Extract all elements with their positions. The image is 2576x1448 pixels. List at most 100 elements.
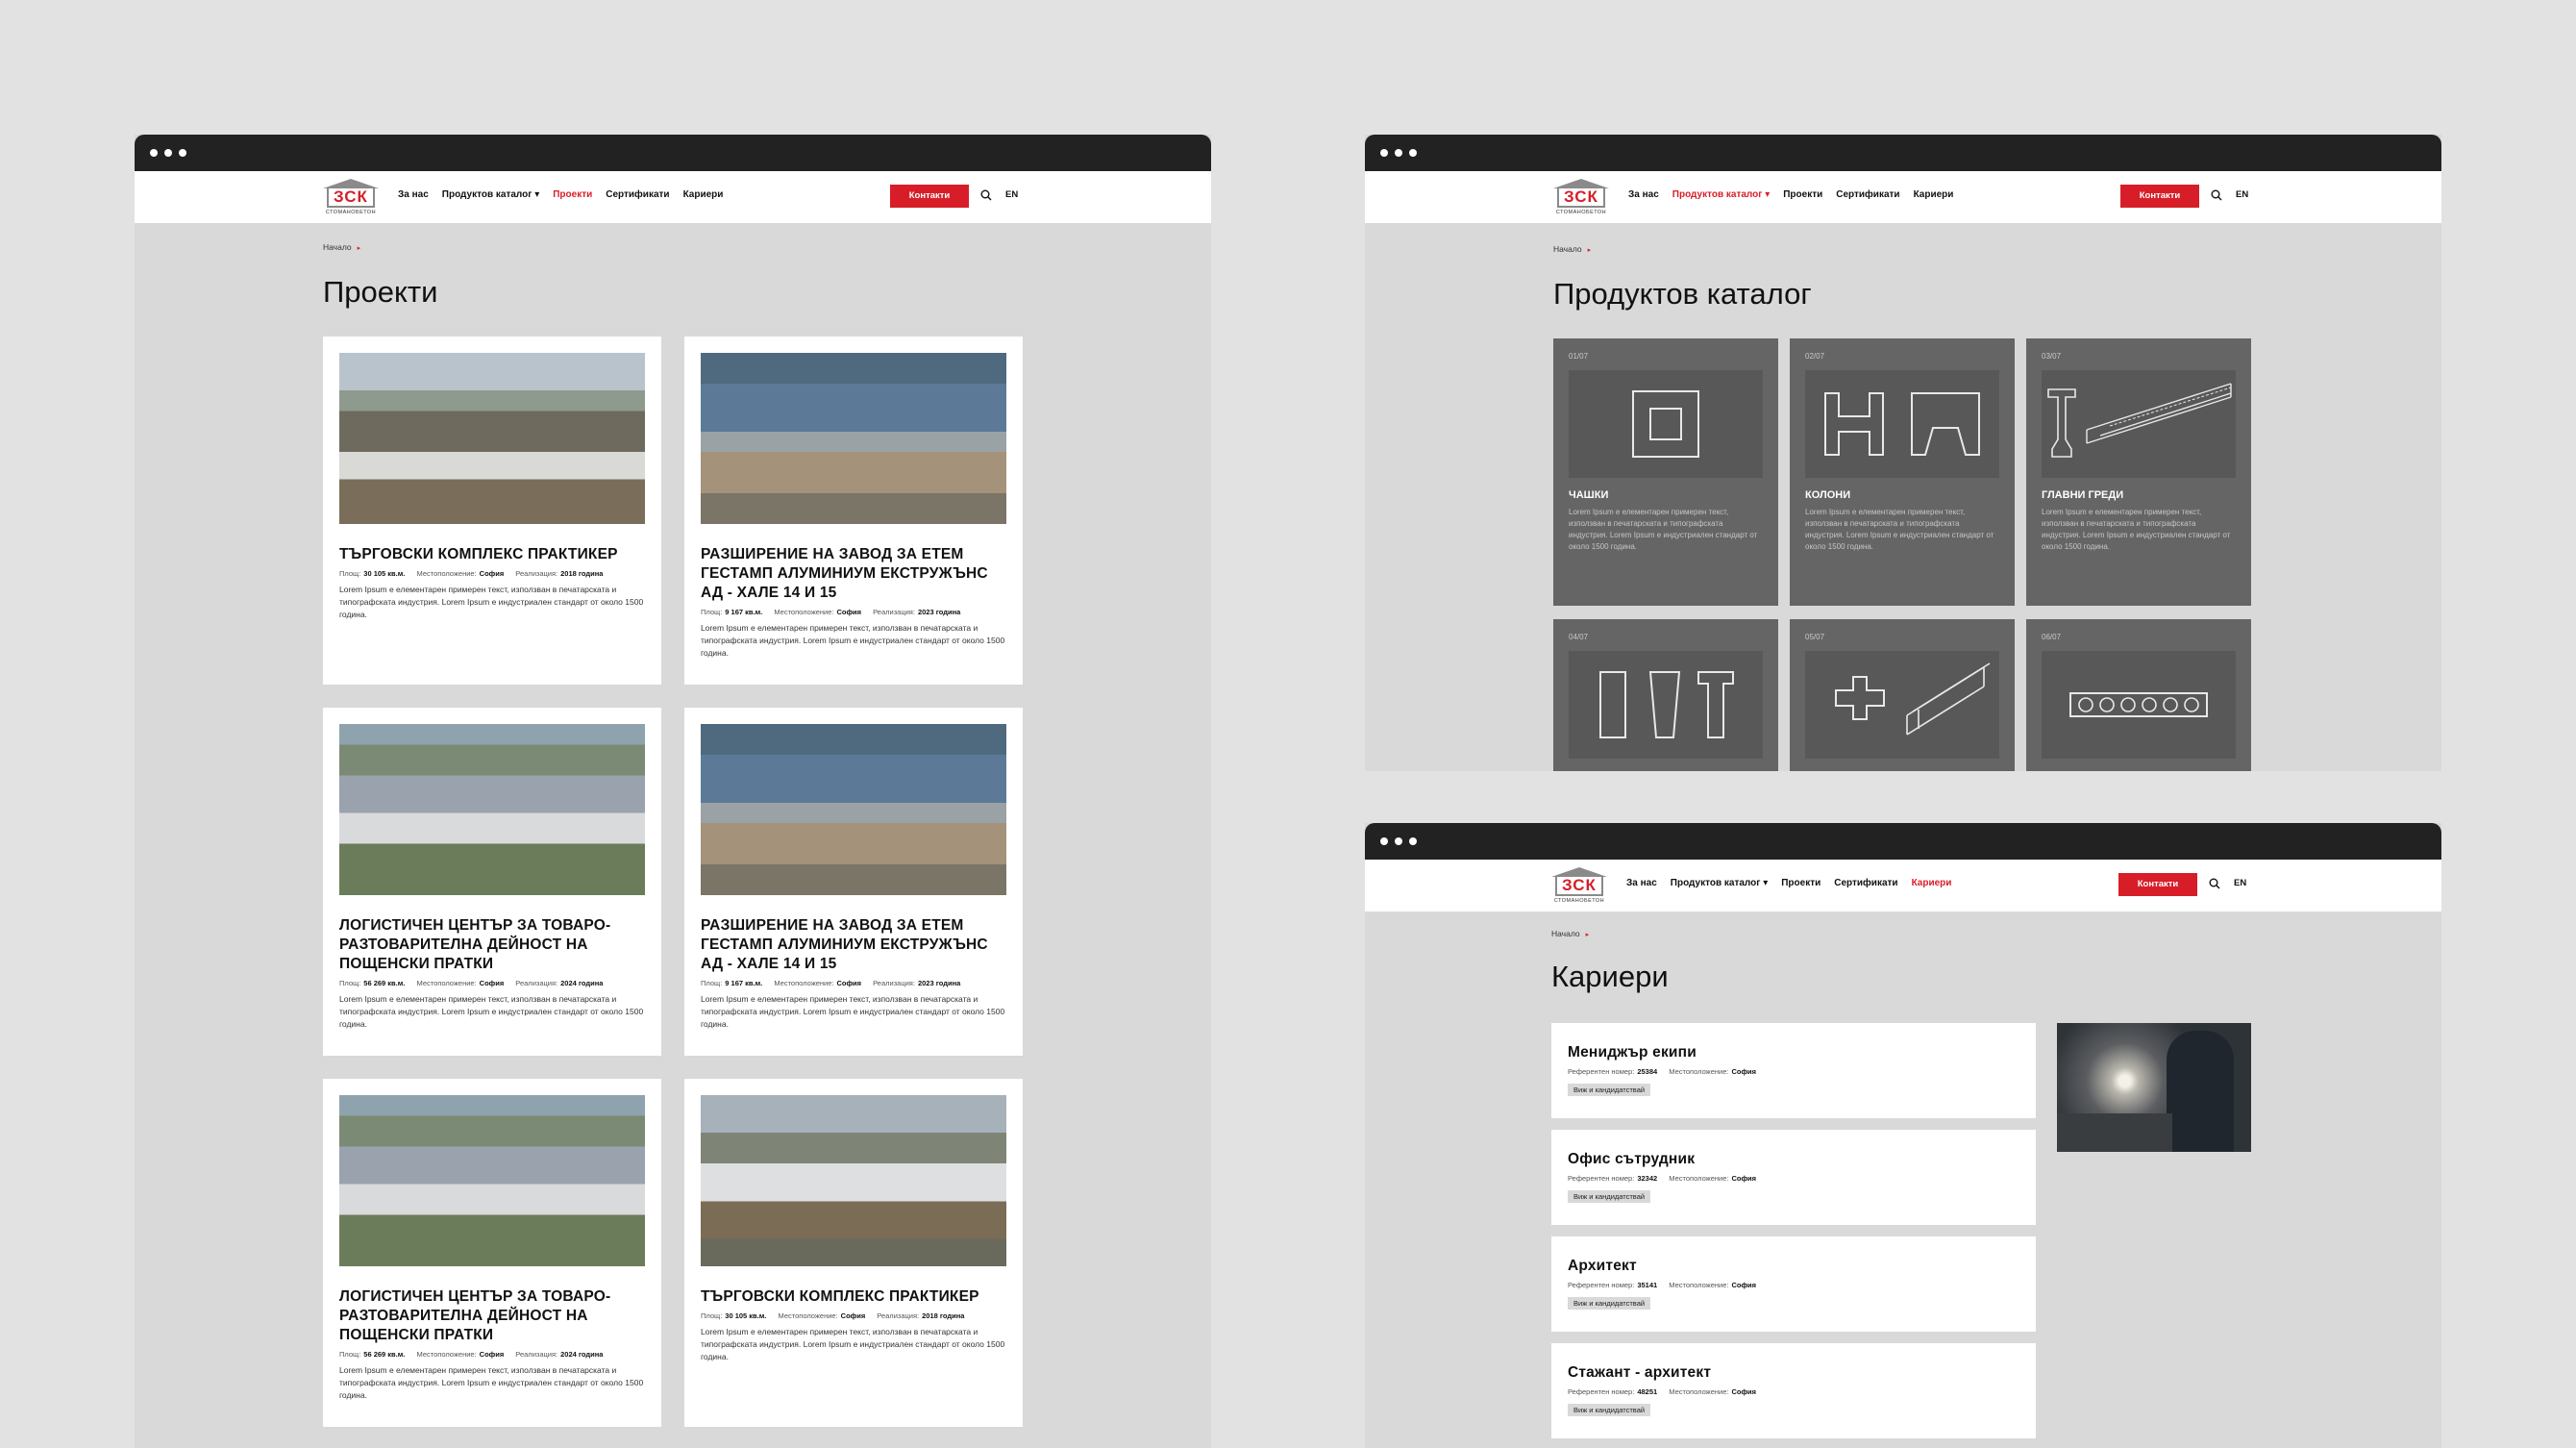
- apply-tag[interactable]: Виж и кандидатствай: [1568, 1297, 1651, 1310]
- year-label: Реализация:: [877, 1311, 920, 1320]
- project-photo: [701, 724, 1006, 895]
- menu-item-careers[interactable]: Кариери: [1912, 878, 1952, 888]
- location-label: Местоположение:: [774, 608, 834, 616]
- logo-subtitle: СТОМАНОБЕТОН: [1555, 210, 1607, 215]
- window-dot: [150, 149, 158, 157]
- menu-item-careers[interactable]: Кариери: [1914, 189, 1954, 200]
- menu-item-projects[interactable]: Проекти: [553, 189, 592, 200]
- menu-item-about[interactable]: За нас: [1626, 878, 1657, 888]
- menu-item-certificates[interactable]: Сертификати: [1836, 189, 1899, 200]
- contact-button[interactable]: Контакти: [2120, 185, 2199, 208]
- location-label: Местоположение:: [774, 979, 834, 987]
- menu-item-careers[interactable]: Кариери: [683, 189, 724, 200]
- job-meta: Референтен номер: 25384 Местоположение: Со…: [1568, 1067, 2019, 1076]
- breadcrumb-home[interactable]: Начало: [323, 242, 352, 252]
- area-value: 9 167 кв.м.: [725, 608, 763, 616]
- menu-item-label: Продуктов каталог: [1672, 189, 1763, 200]
- location-label: Местоположение:: [778, 1311, 838, 1320]
- search-icon[interactable]: [2209, 878, 2220, 889]
- project-card[interactable]: Търговски комплекс Практикер Площ: 30 105…: [323, 337, 661, 685]
- job-title: Стажант - архитект: [1568, 1364, 1712, 1381]
- site-header: ЗСК СТОМАНОБЕТОН За нас Продуктов катало…: [1365, 171, 2441, 223]
- project-photo: [701, 353, 1006, 524]
- company-logo[interactable]: ЗСК СТОМАНОБЕТОН: [1553, 177, 1609, 217]
- project-meta: Площ: 56 269 кв.м. Местоположение: София Р…: [339, 1350, 645, 1359]
- apply-tag[interactable]: Виж и кандидатствай: [1568, 1084, 1651, 1096]
- menu-item-about[interactable]: За нас: [1628, 189, 1659, 200]
- menu-item-certificates[interactable]: Сертификати: [606, 189, 669, 200]
- menu-item-about[interactable]: За нас: [398, 189, 429, 200]
- breadcrumb: Начало ▸: [1553, 244, 1591, 254]
- contact-button[interactable]: Контакти: [2118, 873, 2197, 896]
- ref-value: 35141: [1637, 1281, 1658, 1289]
- location-value: София: [1731, 1281, 1756, 1289]
- year-value: 2018 година: [922, 1311, 965, 1320]
- project-meta: Площ: 9 167 кв.м. Местоположение: София Ре…: [701, 608, 1006, 616]
- apply-tag[interactable]: Виж и кандидатствай: [1568, 1190, 1651, 1203]
- window-dot: [1409, 837, 1417, 845]
- project-meta: Площ: 30 105 кв.м. Местоположение: София Р…: [339, 569, 645, 578]
- catalog-item[interactable]: 05/07: [1790, 619, 2015, 771]
- ref-value: 32342: [1637, 1174, 1658, 1183]
- ref-label: Референтен номер:: [1568, 1067, 1635, 1076]
- contact-button[interactable]: Контакти: [890, 185, 969, 208]
- menu-item-catalog[interactable]: Продуктов каталог ▾: [1672, 189, 1770, 200]
- menu-item-catalog[interactable]: Продуктов каталог ▾: [1671, 878, 1768, 888]
- job-card[interactable]: Офис сътрудник Референтен номер: 32342 Ме…: [1551, 1130, 2036, 1225]
- catalog-item[interactable]: 02/07 Колони Lorem Ipsum е елементарен п…: [1790, 338, 2015, 606]
- breadcrumb: Начало ▸: [1551, 929, 1589, 938]
- window-dot: [164, 149, 172, 157]
- main-menu: За нас Продуктов каталог ▾ Проекти Серти…: [1626, 878, 1951, 888]
- company-logo[interactable]: ЗСК СТОМАНОБЕТОН: [323, 177, 379, 217]
- job-card[interactable]: Стажант - архитект Референтен номер: 4825…: [1551, 1343, 2036, 1438]
- project-photo: [339, 724, 645, 895]
- language-switch[interactable]: EN: [2236, 189, 2248, 200]
- search-icon[interactable]: [2211, 189, 2222, 201]
- menu-item-projects[interactable]: Проекти: [1781, 878, 1821, 888]
- area-value: 56 269 кв.м.: [363, 1350, 406, 1359]
- project-desc: Lorem Ipsum е елементарен примерен текст…: [339, 585, 644, 619]
- catalog-item-number: 06/07: [2042, 633, 2062, 641]
- window-dot: [1409, 149, 1417, 157]
- catalog-item-title: Колони: [1805, 489, 1851, 501]
- year-value: 2023 година: [917, 608, 961, 616]
- job-meta: Референтен номер: 35141 Местоположение: Со…: [1568, 1281, 2019, 1289]
- area-value: 56 269 кв.м.: [363, 979, 406, 987]
- apply-tag[interactable]: Виж и кандидатствай: [1568, 1404, 1651, 1416]
- project-card[interactable]: Логистичен център за товаро-разтоварител…: [323, 708, 661, 1056]
- location-value: София: [479, 979, 505, 987]
- catalog-item[interactable]: 04/07: [1553, 619, 1778, 771]
- project-title: Разширение на завод за Етем Гестамп Алум…: [701, 917, 988, 972]
- logo-mark: ЗСК: [1557, 188, 1605, 208]
- location-label: Местоположение:: [1669, 1281, 1729, 1289]
- catalog-item[interactable]: 01/07 Чашки Lorem Ipsum е елементарен пр…: [1553, 338, 1778, 606]
- project-card[interactable]: Търговски комплекс Практикер Площ: 30 105…: [684, 1079, 1023, 1427]
- area-label: Площ:: [339, 1350, 361, 1359]
- location-value: София: [479, 569, 505, 578]
- cross-beam-icon: [1805, 651, 1999, 759]
- job-card[interactable]: Мениджър екипи Референтен номер: 25384 Ме…: [1551, 1023, 2036, 1118]
- catalog-item[interactable]: 06/07: [2026, 619, 2251, 771]
- project-card[interactable]: Логистичен център за товаро-разтоварител…: [323, 1079, 661, 1427]
- menu-item-certificates[interactable]: Сертификати: [1834, 878, 1897, 888]
- breadcrumb-home[interactable]: Начало: [1553, 244, 1582, 254]
- project-card[interactable]: Разширение на завод за Етем Гестамп Алум…: [684, 337, 1023, 685]
- ref-value: 48251: [1637, 1387, 1658, 1396]
- catalog-item[interactable]: 03/07 Главни греди Lorem Ipsum е елемент…: [2026, 338, 2251, 606]
- logo-subtitle: СТОМАНОБЕТОН: [325, 210, 377, 215]
- project-card[interactable]: Разширение на завод за Етем Гестамп Алум…: [684, 708, 1023, 1056]
- menu-item-projects[interactable]: Проекти: [1783, 189, 1822, 200]
- area-value: 30 105 кв.м.: [363, 569, 406, 578]
- location-value: София: [1731, 1387, 1756, 1396]
- search-icon[interactable]: [980, 189, 992, 201]
- menu-item-catalog[interactable]: Продуктов каталог ▾: [442, 189, 539, 200]
- language-switch[interactable]: EN: [2234, 878, 2246, 888]
- breadcrumb-home[interactable]: Начало: [1551, 929, 1580, 938]
- project-desc: Lorem Ipsum е елементарен примерен текст…: [701, 623, 1005, 658]
- year-label: Реализация:: [515, 1350, 558, 1359]
- job-card[interactable]: Архитект Референтен номер: 35141 Местопол…: [1551, 1236, 2036, 1332]
- location-value: София: [836, 979, 862, 987]
- logo-mark: ЗСК: [327, 188, 375, 208]
- language-switch[interactable]: EN: [1005, 189, 1018, 200]
- company-logo[interactable]: ЗСК СТОМАНОБЕТОН: [1551, 865, 1607, 906]
